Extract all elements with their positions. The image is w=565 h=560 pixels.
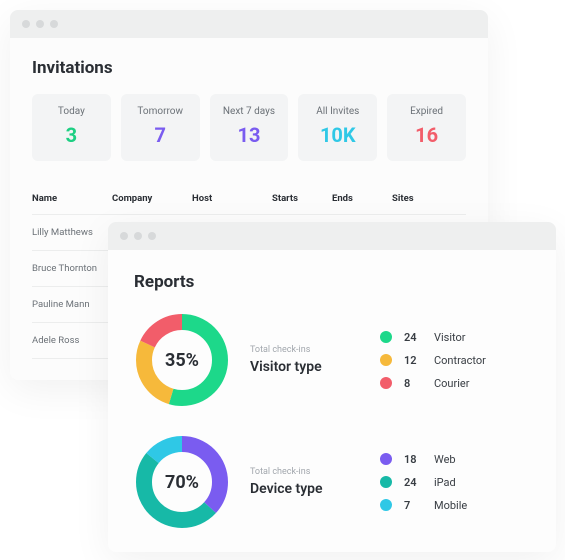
traffic-light-icon[interactable]: [22, 20, 30, 28]
page-title: Invitations: [32, 58, 466, 78]
column-header[interactable]: Ends: [332, 193, 392, 204]
stat-label: Today: [40, 106, 103, 117]
chart-legend: 18 Web 24 iPad 7 Mobile: [380, 453, 467, 512]
window-titlebar: [108, 222, 556, 250]
cell-name: Bruce Thornton: [32, 263, 112, 274]
cell-name: Adele Ross: [32, 335, 112, 346]
cell-name: Lilly Matthews: [32, 227, 112, 238]
chart-row: 70% Total check-ins Device type 18 Web 24 iPad…: [134, 434, 530, 530]
legend-value: 18: [404, 453, 422, 466]
legend-item: 18 Web: [380, 453, 467, 466]
chart-meta: Total check-ins Visitor type: [250, 345, 360, 375]
stat-card[interactable]: All Invites 10K: [298, 94, 377, 161]
legend-dot-icon: [380, 476, 392, 488]
legend-label: Web: [434, 453, 456, 466]
traffic-light-icon[interactable]: [36, 20, 44, 28]
legend-item: 24 iPad: [380, 476, 467, 489]
stat-value: 7: [129, 123, 192, 147]
legend-item: 7 Mobile: [380, 499, 467, 512]
traffic-light-icon[interactable]: [50, 20, 58, 28]
stat-card[interactable]: Next 7 days 13: [210, 94, 289, 161]
legend-value: 24: [404, 476, 422, 489]
stat-card[interactable]: Tomorrow 7: [121, 94, 200, 161]
donut-chart-icon: 35%: [134, 312, 230, 408]
chart-meta: Total check-ins Device type: [250, 467, 360, 497]
chart-subtitle: Total check-ins: [250, 467, 360, 477]
legend-dot-icon: [380, 331, 392, 343]
stat-value: 13: [218, 123, 281, 147]
table-header: NameCompanyHostStartsEndsSites: [32, 183, 466, 215]
column-header[interactable]: Company: [112, 193, 192, 204]
legend-item: 8 Courier: [380, 377, 486, 390]
legend-value: 24: [404, 331, 422, 344]
chart-title: Visitor type: [250, 359, 360, 375]
chart-row: 35% Total check-ins Visitor type 24 Visitor 1…: [134, 312, 530, 408]
legend-label: Mobile: [434, 499, 467, 512]
legend-item: 12 Contractor: [380, 354, 486, 367]
stat-label: All Invites: [306, 106, 369, 117]
stat-label: Next 7 days: [218, 106, 281, 117]
legend-value: 12: [404, 354, 422, 367]
legend-value: 8: [404, 377, 422, 390]
stat-label: Tomorrow: [129, 106, 192, 117]
legend-dot-icon: [380, 453, 392, 465]
column-header[interactable]: Name: [32, 193, 112, 204]
column-header[interactable]: Starts: [272, 193, 332, 204]
stats-row: Today 3 Tomorrow 7 Next 7 days 13 All Invites 1…: [32, 94, 466, 161]
legend-label: Courier: [434, 377, 469, 390]
column-header[interactable]: Sites: [392, 193, 462, 204]
legend-label: Visitor: [434, 331, 466, 344]
legend-label: Contractor: [434, 354, 486, 367]
legend-dot-icon: [380, 377, 392, 389]
donut-center-label: 70%: [134, 434, 230, 530]
donut-chart-icon: 70%: [134, 434, 230, 530]
reports-window: Reports 35% Total check-ins Visitor type 24…: [108, 222, 556, 552]
legend-value: 7: [404, 499, 422, 512]
donut-center-label: 35%: [134, 312, 230, 408]
traffic-light-icon[interactable]: [120, 232, 128, 240]
traffic-light-icon[interactable]: [148, 232, 156, 240]
legend-dot-icon: [380, 354, 392, 366]
stat-card[interactable]: Today 3: [32, 94, 111, 161]
legend-label: iPad: [434, 476, 456, 489]
chart-subtitle: Total check-ins: [250, 345, 360, 355]
stat-value: 3: [40, 123, 103, 147]
traffic-light-icon[interactable]: [134, 232, 142, 240]
legend-dot-icon: [380, 499, 392, 511]
stat-card[interactable]: Expired 16: [387, 94, 466, 161]
stat-label: Expired: [395, 106, 458, 117]
stat-value: 16: [395, 123, 458, 147]
window-titlebar: [10, 10, 488, 38]
chart-title: Device type: [250, 481, 360, 497]
stat-value: 10K: [306, 123, 369, 147]
chart-legend: 24 Visitor 12 Contractor 8 Courier: [380, 331, 486, 390]
column-header[interactable]: Host: [192, 193, 272, 204]
page-title: Reports: [134, 272, 530, 292]
cell-name: Pauline Mann: [32, 299, 112, 310]
legend-item: 24 Visitor: [380, 331, 486, 344]
